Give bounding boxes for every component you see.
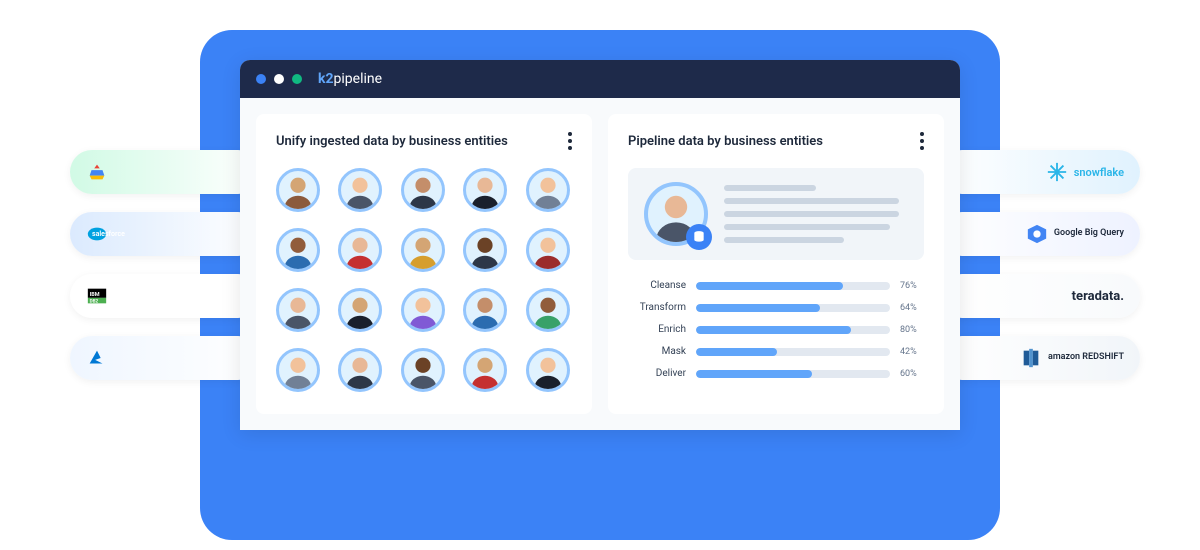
dest-label: Google Big Query bbox=[1054, 229, 1124, 239]
progress-label: Cleanse bbox=[628, 280, 686, 291]
avatar-grid bbox=[276, 168, 572, 392]
progress-percent: 60% bbox=[900, 369, 924, 379]
avatar[interactable] bbox=[526, 228, 570, 272]
progress-list: Cleanse 76% Transform 64% Enrich 80% Mas… bbox=[628, 280, 924, 379]
avatar[interactable] bbox=[338, 168, 382, 212]
pipeline-card: Pipeline data by business entities bbox=[608, 114, 944, 414]
avatar[interactable] bbox=[463, 288, 507, 332]
snowflake-icon bbox=[1046, 161, 1068, 183]
avatar[interactable] bbox=[526, 348, 570, 392]
ibm-db2-icon: IBMDB2 bbox=[86, 285, 108, 307]
app-window: k2pipeline Unify ingested data by busine… bbox=[240, 60, 960, 430]
progress-label: Deliver bbox=[628, 368, 686, 379]
source-pill-azure[interactable] bbox=[70, 336, 260, 380]
progress-row: Cleanse 76% bbox=[628, 280, 924, 291]
progress-percent: 76% bbox=[900, 281, 924, 291]
progress-label: Transform bbox=[628, 302, 686, 313]
svg-text:IBM: IBM bbox=[90, 292, 100, 298]
svg-text:DB2: DB2 bbox=[90, 298, 99, 304]
kebab-menu-icon[interactable] bbox=[920, 132, 924, 150]
source-pill-google-cloud[interactable] bbox=[70, 150, 260, 194]
entity-detail bbox=[628, 168, 924, 260]
avatar[interactable] bbox=[401, 228, 445, 272]
avatar[interactable] bbox=[401, 348, 445, 392]
progress-bar bbox=[696, 304, 890, 312]
progress-bar bbox=[696, 370, 890, 378]
progress-bar bbox=[696, 348, 890, 356]
progress-label: Mask bbox=[628, 346, 686, 357]
avatar[interactable] bbox=[463, 228, 507, 272]
progress-row: Deliver 60% bbox=[628, 368, 924, 379]
entity-text-lines bbox=[724, 185, 908, 243]
progress-bar bbox=[696, 282, 890, 290]
dest-pill-bigquery[interactable]: Google Big Query bbox=[940, 212, 1140, 256]
dest-pill-teradata[interactable]: teradata. bbox=[940, 274, 1140, 318]
dest-label: snowflake bbox=[1074, 166, 1124, 179]
progress-label: Enrich bbox=[628, 324, 686, 335]
database-icon bbox=[686, 224, 712, 250]
dest-label: amazon REDSHIFT bbox=[1048, 353, 1124, 363]
app-body: Unify ingested data by business entities bbox=[240, 98, 960, 430]
avatar[interactable] bbox=[526, 288, 570, 332]
avatar[interactable] bbox=[276, 228, 320, 272]
azure-icon bbox=[86, 347, 108, 369]
progress-percent: 80% bbox=[900, 325, 924, 335]
source-label: salesforce bbox=[92, 230, 125, 238]
progress-row: Transform 64% bbox=[628, 302, 924, 313]
progress-row: Enrich 80% bbox=[628, 324, 924, 335]
redshift-icon bbox=[1020, 347, 1042, 369]
google-cloud-icon bbox=[86, 161, 108, 183]
titlebar: k2pipeline bbox=[240, 60, 960, 98]
progress-percent: 64% bbox=[900, 303, 924, 313]
dest-label: teradata. bbox=[1072, 289, 1124, 304]
avatar[interactable] bbox=[401, 288, 445, 332]
avatar[interactable] bbox=[276, 288, 320, 332]
bigquery-icon bbox=[1026, 223, 1048, 245]
kebab-menu-icon[interactable] bbox=[568, 132, 572, 150]
avatar[interactable] bbox=[338, 348, 382, 392]
unify-card: Unify ingested data by business entities bbox=[256, 114, 592, 414]
avatar[interactable] bbox=[463, 348, 507, 392]
window-dot-green[interactable] bbox=[292, 74, 302, 84]
avatar[interactable] bbox=[526, 168, 570, 212]
avatar[interactable] bbox=[276, 168, 320, 212]
brand: k2pipeline bbox=[318, 71, 382, 87]
window-dot-white[interactable] bbox=[274, 74, 284, 84]
dest-pill-redshift[interactable]: amazon REDSHIFT bbox=[940, 336, 1140, 380]
progress-percent: 42% bbox=[900, 347, 924, 357]
progress-row: Mask 42% bbox=[628, 346, 924, 357]
avatar[interactable] bbox=[338, 228, 382, 272]
source-pill-ibm-db2[interactable]: IBMDB2 bbox=[70, 274, 260, 318]
dest-pill-snowflake[interactable]: snowflake bbox=[940, 150, 1140, 194]
avatar[interactable] bbox=[276, 348, 320, 392]
avatar[interactable] bbox=[401, 168, 445, 212]
unify-card-title: Unify ingested data by business entities bbox=[276, 134, 508, 149]
window-dot-blue[interactable] bbox=[256, 74, 266, 84]
source-pill-salesforce[interactable]: salesforce bbox=[70, 212, 260, 256]
avatar[interactable] bbox=[338, 288, 382, 332]
progress-bar bbox=[696, 326, 890, 334]
avatar[interactable] bbox=[463, 168, 507, 212]
pipeline-card-title: Pipeline data by business entities bbox=[628, 134, 823, 149]
